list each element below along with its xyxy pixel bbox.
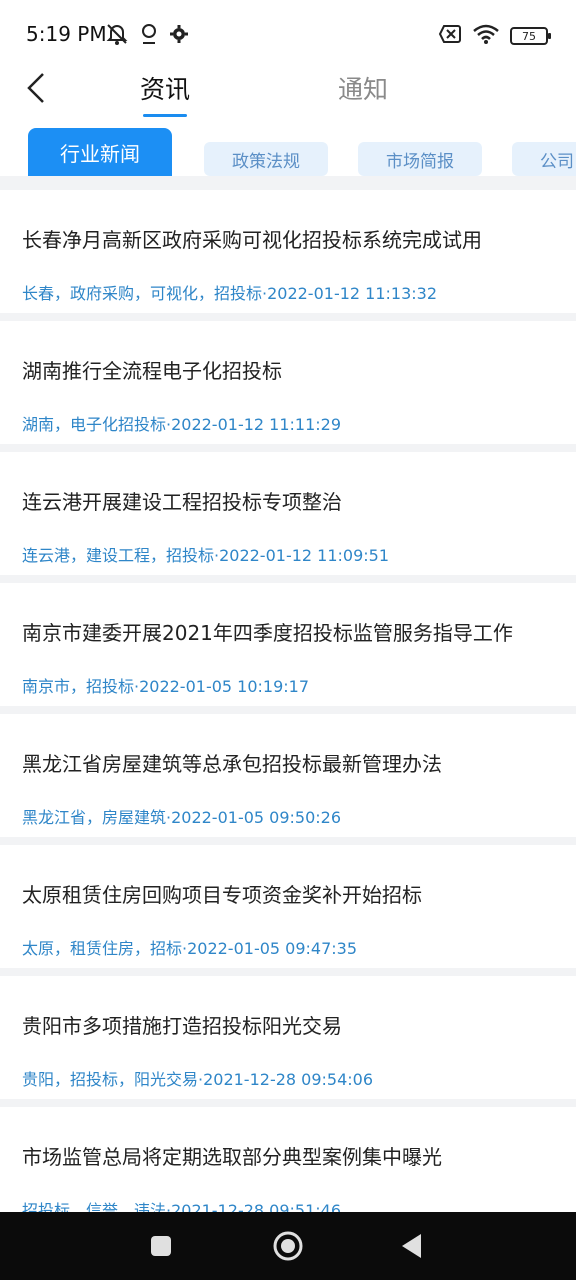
status-time: 5:19 PM xyxy=(26,22,107,46)
divider xyxy=(0,1099,576,1107)
news-item[interactable]: 长春净月高新区政府采购可视化招投标系统完成试用 长春，政府采购，可视化，招投标·… xyxy=(0,190,576,321)
news-title: 连云港开展建设工程招投标专项整治 xyxy=(22,490,342,514)
home-button[interactable] xyxy=(270,1228,306,1264)
divider xyxy=(0,968,576,976)
category-tabs: 行业新闻 政策法规 市场简报 公司 xyxy=(0,126,576,178)
square-icon xyxy=(151,1236,171,1256)
news-title: 贵阳市多项措施打造招投标阳光交易 xyxy=(22,1014,342,1038)
tab-news[interactable]: 资讯 xyxy=(140,70,190,106)
wifi-icon xyxy=(472,23,500,49)
news-item[interactable]: 南京市建委开展2021年四季度招投标监管服务指导工作 南京市，招投标·2022-… xyxy=(0,583,576,714)
news-meta: 南京市，招投标·2022-01-05 10:19:17 xyxy=(22,677,310,696)
tab-indicator xyxy=(143,114,187,117)
tab-notice[interactable]: 通知 xyxy=(338,70,388,106)
settings-icon xyxy=(168,21,190,51)
news-meta: 黑龙江省，房屋建筑·2022-01-05 09:50:26 xyxy=(22,808,342,827)
divider xyxy=(0,575,576,583)
news-meta: 连云港，建设工程，招投标·2022-01-12 11:09:51 xyxy=(22,546,390,565)
news-title: 黑龙江省房屋建筑等总承包招投标最新管理办法 xyxy=(22,752,442,776)
status-icons-right: 75 xyxy=(438,23,551,49)
category-market-brief[interactable]: 市场简报 xyxy=(358,142,482,176)
back-button[interactable] xyxy=(18,70,54,106)
sim-off-icon xyxy=(438,24,462,48)
mute-icon xyxy=(104,21,130,51)
news-title: 南京市建委开展2021年四季度招投标监管服务指导工作 xyxy=(22,621,513,645)
chevron-left-icon xyxy=(27,73,44,103)
system-nav-bar xyxy=(0,1212,576,1280)
status-icons-left xyxy=(104,21,190,51)
news-title: 市场监管总局将定期选取部分典型案例集中曝光 xyxy=(22,1145,442,1169)
location-icon xyxy=(138,21,160,51)
back-nav-button[interactable] xyxy=(394,1228,430,1264)
news-item[interactable]: 连云港开展建设工程招投标专项整治 连云港，建设工程，招投标·2022-01-12… xyxy=(0,452,576,583)
news-title: 长春净月高新区政府采购可视化招投标系统完成试用 xyxy=(22,228,482,252)
divider xyxy=(0,837,576,845)
news-meta: 贵阳，招投标，阳光交易·2021-12-28 09:54:06 xyxy=(22,1070,374,1089)
recents-button[interactable] xyxy=(143,1228,179,1264)
news-meta: 太原，租赁住房，招标·2022-01-05 09:47:35 xyxy=(22,939,358,958)
divider xyxy=(0,706,576,714)
news-title: 太原租赁住房回购项目专项资金奖补开始招标 xyxy=(22,883,422,907)
news-meta: 招投标，信誉，违法·2021-12-28 09:51:46 xyxy=(22,1201,342,1212)
category-industry-news[interactable]: 行业新闻 xyxy=(28,128,172,176)
news-item[interactable]: 市场监管总局将定期选取部分典型案例集中曝光 招投标，信誉，违法·2021-12-… xyxy=(0,1107,576,1212)
divider xyxy=(0,176,576,190)
news-list: 长春净月高新区政府采购可视化招投标系统完成试用 长春，政府采购，可视化，招投标·… xyxy=(0,190,576,1212)
news-item[interactable]: 贵阳市多项措施打造招投标阳光交易 贵阳，招投标，阳光交易·2021-12-28 … xyxy=(0,976,576,1107)
news-item[interactable]: 黑龙江省房屋建筑等总承包招投标最新管理办法 黑龙江省，房屋建筑·2022-01-… xyxy=(0,714,576,845)
divider xyxy=(0,313,576,321)
triangle-back-icon xyxy=(402,1234,421,1258)
news-item[interactable]: 湖南推行全流程电子化招投标 湖南，电子化招投标·2022-01-12 11:11… xyxy=(0,321,576,452)
status-bar: 5:19 PM 75 xyxy=(0,0,576,70)
divider xyxy=(0,444,576,452)
battery-icon: 75 xyxy=(510,27,551,45)
header: 资讯 通知 xyxy=(0,62,576,120)
news-title: 湖南推行全流程电子化招投标 xyxy=(22,359,282,383)
battery-level: 75 xyxy=(522,29,536,43)
news-meta: 湖南，电子化招投标·2022-01-12 11:11:29 xyxy=(22,415,342,434)
news-meta: 长春，政府采购，可视化，招投标·2022-01-12 11:13:32 xyxy=(22,284,438,303)
news-item[interactable]: 太原租赁住房回购项目专项资金奖补开始招标 太原，租赁住房，招标·2022-01-… xyxy=(0,845,576,976)
category-policy[interactable]: 政策法规 xyxy=(204,142,328,176)
category-company[interactable]: 公司 xyxy=(512,142,576,176)
home-circle-icon xyxy=(273,1231,303,1261)
